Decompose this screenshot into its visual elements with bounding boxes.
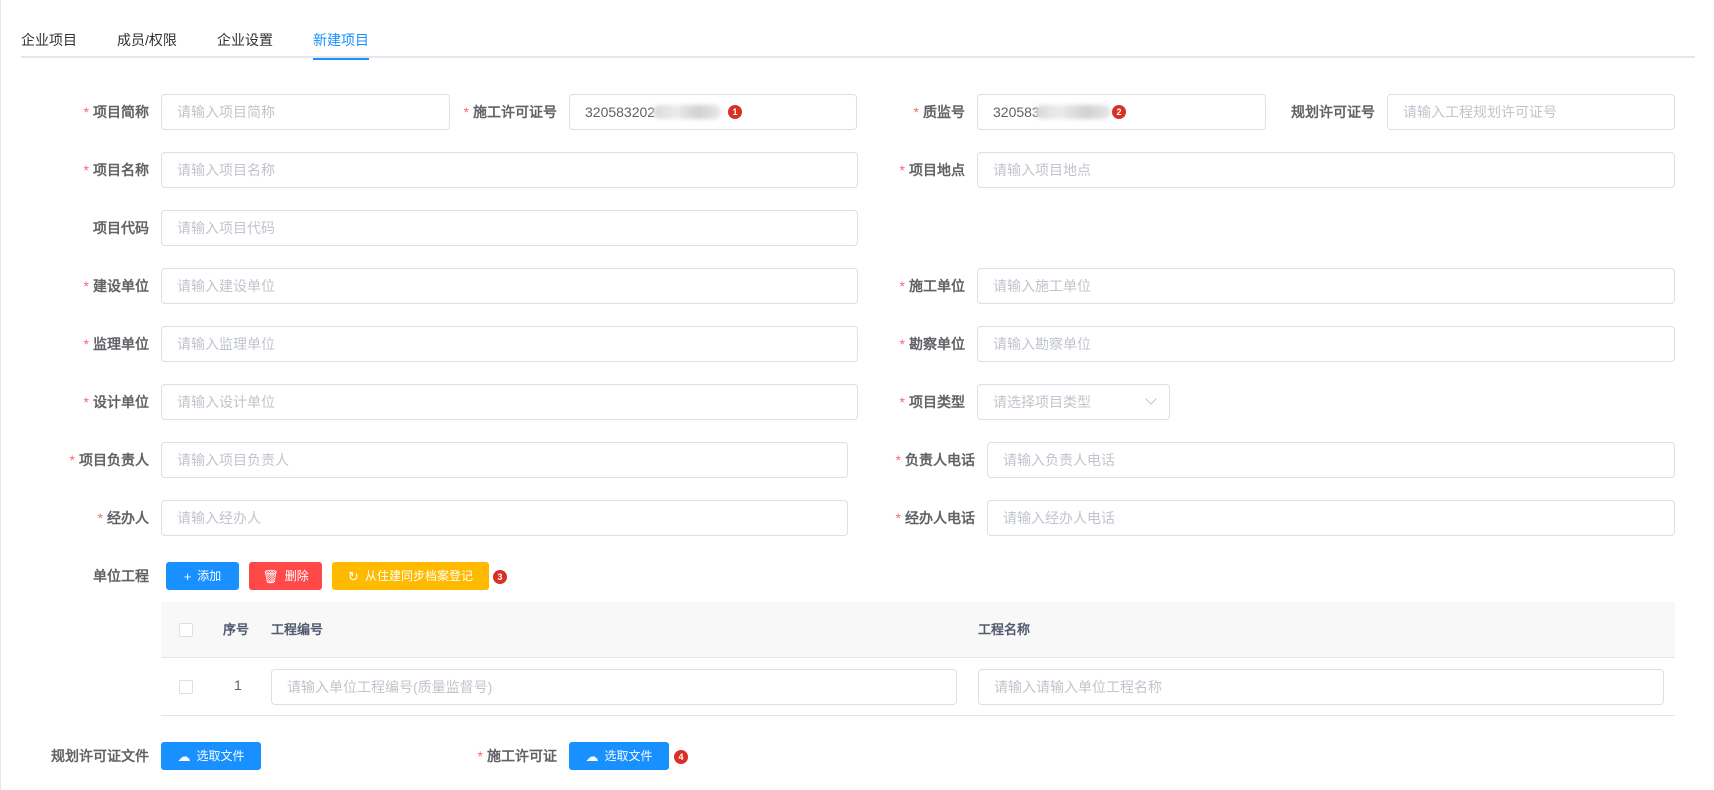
manager-input[interactable]	[161, 442, 848, 478]
annotation-badge-2: 2	[1112, 105, 1126, 119]
tab-enterprise-projects[interactable]: 企业项目	[21, 30, 77, 50]
plus-icon: +	[183, 568, 192, 584]
manager-phone-label: * 负责人电话	[895, 452, 975, 468]
short-name-label: * 项目简称	[83, 104, 149, 120]
cloud-upload-icon: ☁	[585, 748, 599, 764]
col-name-header: 工程名称	[978, 622, 1031, 637]
page-card: 企业项目 成员/权限 企业设置 新建项目 *项目简称 *施工许可证号 1 *质监…	[0, 0, 1714, 790]
project-code-input[interactable]	[161, 210, 858, 246]
designer-label: * 设计单位	[83, 394, 149, 410]
project-type-label: * 项目类型	[899, 394, 965, 410]
designer-input[interactable]	[161, 384, 858, 420]
project-name-input[interactable]	[161, 152, 858, 188]
project-code-label: 项目代码	[93, 220, 149, 236]
select-all-checkbox[interactable]	[179, 623, 193, 637]
surveyor-input[interactable]	[977, 326, 1675, 362]
annotation-badge-3: 3	[493, 570, 507, 584]
tab-members-permissions[interactable]: 成员/权限	[117, 30, 177, 50]
project-type-select[interactable]	[977, 384, 1170, 420]
location-label: * 项目地点	[899, 162, 965, 178]
annotation-badge-1: 1	[728, 105, 742, 119]
planning-file-label: 规划许可证文件	[51, 748, 149, 764]
project-name-label: * 项目名称	[83, 162, 149, 178]
manager-label: * 项目负责人	[69, 452, 149, 468]
tab-enterprise-settings[interactable]: 企业设置	[217, 30, 273, 50]
surveyor-label: * 勘察单位	[899, 336, 965, 352]
annotation-badge-4: 4	[674, 750, 688, 764]
refresh-icon: ↻	[348, 568, 359, 584]
sync-archive-button[interactable]: ↻ 从住建同步档案登记	[332, 562, 489, 590]
builder-label: * 建设单位	[83, 278, 149, 294]
handler-input[interactable]	[161, 500, 848, 536]
trash-icon: 🗑	[262, 568, 279, 584]
location-input[interactable]	[977, 152, 1675, 188]
builder-input[interactable]	[161, 268, 858, 304]
unit-project-table: 序号 工程编号 工程名称 1	[161, 602, 1675, 716]
table-row: 1	[161, 658, 1675, 716]
supervisor-input[interactable]	[161, 326, 858, 362]
contractor-input[interactable]	[977, 268, 1675, 304]
col-index-header: 序号	[223, 622, 250, 637]
col-code-header: 工程编号	[271, 622, 324, 637]
supervisor-label: * 监理单位	[83, 336, 149, 352]
redacted-quality-digits	[1035, 105, 1111, 119]
planning-permit-no-input[interactable]	[1387, 94, 1675, 130]
handler-label: * 经办人	[97, 510, 149, 526]
cloud-upload-icon: ☁	[177, 748, 191, 764]
permit-no-label: * 施工许可证号	[463, 104, 557, 120]
quality-no-label: * 质监号	[913, 104, 965, 120]
tab-bar: 企业项目 成员/权限 企业设置 新建项目	[21, 0, 1695, 60]
redacted-permit-digits	[653, 105, 721, 119]
planning-permit-no-label: 规划许可证号	[1291, 104, 1375, 120]
unit-name-input[interactable]	[978, 669, 1664, 705]
short-name-input[interactable]	[161, 94, 450, 130]
contractor-label: * 施工单位	[899, 278, 965, 294]
delete-button[interactable]: 🗑 删除	[249, 562, 322, 590]
manager-phone-input[interactable]	[987, 442, 1675, 478]
table-header: 序号 工程编号 工程名称	[161, 602, 1675, 658]
row-checkbox[interactable]	[179, 680, 193, 694]
planning-file-select-button[interactable]: ☁ 选取文件	[161, 742, 261, 770]
tab-new-project[interactable]: 新建项目	[313, 30, 369, 60]
permit-file-select-button[interactable]: ☁ 选取文件	[569, 742, 669, 770]
unit-project-label: 单位工程	[93, 568, 149, 584]
add-button[interactable]: + 添加	[166, 562, 239, 590]
permit-file-label: * 施工许可证	[477, 748, 557, 764]
handler-phone-input[interactable]	[987, 500, 1675, 536]
unit-code-input[interactable]	[271, 669, 957, 705]
handler-phone-label: * 经办人电话	[895, 510, 975, 526]
row-index: 1	[234, 677, 242, 693]
